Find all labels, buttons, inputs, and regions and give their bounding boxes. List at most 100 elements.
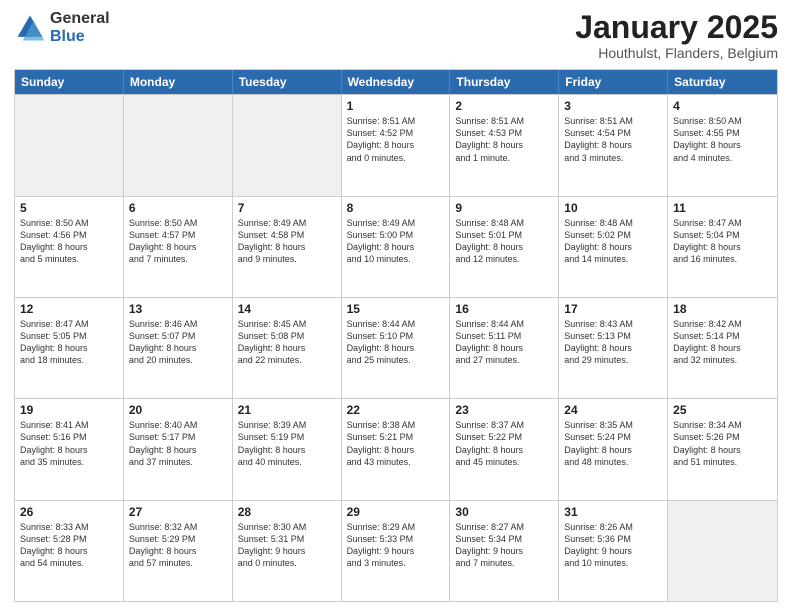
cell-content: Sunrise: 8:27 AM Sunset: 5:34 PM Dayligh… <box>455 521 553 570</box>
header-day-tuesday: Tuesday <box>233 70 342 94</box>
cell-content: Sunrise: 8:50 AM Sunset: 4:56 PM Dayligh… <box>20 217 118 266</box>
cell-content: Sunrise: 8:40 AM Sunset: 5:17 PM Dayligh… <box>129 419 227 468</box>
day-number: 18 <box>673 302 772 316</box>
logo-icon <box>14 12 46 44</box>
cell-content: Sunrise: 8:41 AM Sunset: 5:16 PM Dayligh… <box>20 419 118 468</box>
cal-cell: 30 Sunrise: 8:27 AM Sunset: 5:34 PM Dayli… <box>450 501 559 601</box>
cal-cell: 14 Sunrise: 8:45 AM Sunset: 5:08 PM Dayli… <box>233 298 342 398</box>
location: Houthulst, Flanders, Belgium <box>575 45 778 61</box>
cal-cell: 19 Sunrise: 8:41 AM Sunset: 5:16 PM Dayli… <box>15 399 124 499</box>
cal-cell: 25 Sunrise: 8:34 AM Sunset: 5:26 PM Dayli… <box>668 399 777 499</box>
cell-content: Sunrise: 8:34 AM Sunset: 5:26 PM Dayligh… <box>673 419 772 468</box>
page: General Blue January 2025 Houthulst, Fla… <box>0 0 792 612</box>
day-number: 30 <box>455 505 553 519</box>
cell-content: Sunrise: 8:33 AM Sunset: 5:28 PM Dayligh… <box>20 521 118 570</box>
header-day-friday: Friday <box>559 70 668 94</box>
cell-content: Sunrise: 8:49 AM Sunset: 5:00 PM Dayligh… <box>347 217 445 266</box>
header-day-thursday: Thursday <box>450 70 559 94</box>
cell-content: Sunrise: 8:32 AM Sunset: 5:29 PM Dayligh… <box>129 521 227 570</box>
cell-content: Sunrise: 8:42 AM Sunset: 5:14 PM Dayligh… <box>673 318 772 367</box>
cal-cell <box>15 95 124 195</box>
week-row-1: 1 Sunrise: 8:51 AM Sunset: 4:52 PM Daylig… <box>15 94 777 195</box>
calendar: SundayMondayTuesdayWednesdayThursdayFrid… <box>14 69 778 602</box>
cal-cell: 23 Sunrise: 8:37 AM Sunset: 5:22 PM Dayli… <box>450 399 559 499</box>
cal-cell: 8 Sunrise: 8:49 AM Sunset: 5:00 PM Daylig… <box>342 197 451 297</box>
day-number: 16 <box>455 302 553 316</box>
cal-cell: 9 Sunrise: 8:48 AM Sunset: 5:01 PM Daylig… <box>450 197 559 297</box>
day-number: 20 <box>129 403 227 417</box>
day-number: 1 <box>347 99 445 113</box>
day-number: 28 <box>238 505 336 519</box>
day-number: 6 <box>129 201 227 215</box>
week-row-5: 26Sunrise: 8:33 AM Sunset: 5:28 PM Dayli… <box>15 500 777 601</box>
month-title: January 2025 <box>575 10 778 45</box>
cal-cell: 1 Sunrise: 8:51 AM Sunset: 4:52 PM Daylig… <box>342 95 451 195</box>
cell-content: Sunrise: 8:51 AM Sunset: 4:52 PM Dayligh… <box>347 115 445 164</box>
week-row-4: 19 Sunrise: 8:41 AM Sunset: 5:16 PM Dayli… <box>15 398 777 499</box>
day-number: 29 <box>347 505 445 519</box>
cell-content: Sunrise: 8:37 AM Sunset: 5:22 PM Dayligh… <box>455 419 553 468</box>
cell-content: Sunrise: 8:44 AM Sunset: 5:10 PM Dayligh… <box>347 318 445 367</box>
day-number: 27 <box>129 505 227 519</box>
cal-cell: 18 Sunrise: 8:42 AM Sunset: 5:14 PM Dayli… <box>668 298 777 398</box>
day-number: 23 <box>455 403 553 417</box>
cal-cell <box>233 95 342 195</box>
cell-content: Sunrise: 8:49 AM Sunset: 4:58 PM Dayligh… <box>238 217 336 266</box>
day-number: 15 <box>347 302 445 316</box>
day-number: 21 <box>238 403 336 417</box>
cell-content: Sunrise: 8:30 AM Sunset: 5:31 PM Dayligh… <box>238 521 336 570</box>
cal-cell: 15 Sunrise: 8:44 AM Sunset: 5:10 PM Dayli… <box>342 298 451 398</box>
day-number: 24 <box>564 403 662 417</box>
header-day-saturday: Saturday <box>668 70 777 94</box>
logo-text: General Blue <box>50 10 110 45</box>
day-number: 14 <box>238 302 336 316</box>
cell-content: Sunrise: 8:44 AM Sunset: 5:11 PM Dayligh… <box>455 318 553 367</box>
day-number: 12 <box>20 302 118 316</box>
cal-cell: 29Sunrise: 8:29 AM Sunset: 5:33 PM Dayli… <box>342 501 451 601</box>
cal-cell: 21 Sunrise: 8:39 AM Sunset: 5:19 PM Dayli… <box>233 399 342 499</box>
logo: General Blue <box>14 10 110 45</box>
header-day-monday: Monday <box>124 70 233 94</box>
cal-cell <box>124 95 233 195</box>
cell-content: Sunrise: 8:48 AM Sunset: 5:01 PM Dayligh… <box>455 217 553 266</box>
day-number: 4 <box>673 99 772 113</box>
cell-content: Sunrise: 8:47 AM Sunset: 5:04 PM Dayligh… <box>673 217 772 266</box>
cell-content: Sunrise: 8:46 AM Sunset: 5:07 PM Dayligh… <box>129 318 227 367</box>
calendar-header: SundayMondayTuesdayWednesdayThursdayFrid… <box>15 70 777 94</box>
cal-cell: 2 Sunrise: 8:51 AM Sunset: 4:53 PM Daylig… <box>450 95 559 195</box>
cell-content: Sunrise: 8:50 AM Sunset: 4:57 PM Dayligh… <box>129 217 227 266</box>
cal-cell: 13 Sunrise: 8:46 AM Sunset: 5:07 PM Dayli… <box>124 298 233 398</box>
cell-content: Sunrise: 8:35 AM Sunset: 5:24 PM Dayligh… <box>564 419 662 468</box>
cal-cell: 5 Sunrise: 8:50 AM Sunset: 4:56 PM Daylig… <box>15 197 124 297</box>
cal-cell: 26Sunrise: 8:33 AM Sunset: 5:28 PM Dayli… <box>15 501 124 601</box>
day-number: 17 <box>564 302 662 316</box>
cal-cell: 20 Sunrise: 8:40 AM Sunset: 5:17 PM Dayli… <box>124 399 233 499</box>
cal-cell: 12 Sunrise: 8:47 AM Sunset: 5:05 PM Dayli… <box>15 298 124 398</box>
day-number: 13 <box>129 302 227 316</box>
day-number: 31 <box>564 505 662 519</box>
cal-cell: 24 Sunrise: 8:35 AM Sunset: 5:24 PM Dayli… <box>559 399 668 499</box>
week-row-3: 12 Sunrise: 8:47 AM Sunset: 5:05 PM Dayli… <box>15 297 777 398</box>
day-number: 9 <box>455 201 553 215</box>
logo-general: General <box>50 10 110 28</box>
day-number: 11 <box>673 201 772 215</box>
day-number: 19 <box>20 403 118 417</box>
calendar-body: 1 Sunrise: 8:51 AM Sunset: 4:52 PM Daylig… <box>15 94 777 601</box>
header-day-sunday: Sunday <box>15 70 124 94</box>
cell-content: Sunrise: 8:47 AM Sunset: 5:05 PM Dayligh… <box>20 318 118 367</box>
day-number: 5 <box>20 201 118 215</box>
day-number: 2 <box>455 99 553 113</box>
day-number: 25 <box>673 403 772 417</box>
cell-content: Sunrise: 8:45 AM Sunset: 5:08 PM Dayligh… <box>238 318 336 367</box>
week-row-2: 5 Sunrise: 8:50 AM Sunset: 4:56 PM Daylig… <box>15 196 777 297</box>
cal-cell: 7Sunrise: 8:49 AM Sunset: 4:58 PM Daylig… <box>233 197 342 297</box>
cal-cell: 16 Sunrise: 8:44 AM Sunset: 5:11 PM Dayli… <box>450 298 559 398</box>
logo-blue: Blue <box>50 28 110 46</box>
cell-content: Sunrise: 8:48 AM Sunset: 5:02 PM Dayligh… <box>564 217 662 266</box>
cell-content: Sunrise: 8:39 AM Sunset: 5:19 PM Dayligh… <box>238 419 336 468</box>
day-number: 8 <box>347 201 445 215</box>
day-number: 3 <box>564 99 662 113</box>
cell-content: Sunrise: 8:38 AM Sunset: 5:21 PM Dayligh… <box>347 419 445 468</box>
cell-content: Sunrise: 8:51 AM Sunset: 4:53 PM Dayligh… <box>455 115 553 164</box>
cal-cell: 4Sunrise: 8:50 AM Sunset: 4:55 PM Daylig… <box>668 95 777 195</box>
